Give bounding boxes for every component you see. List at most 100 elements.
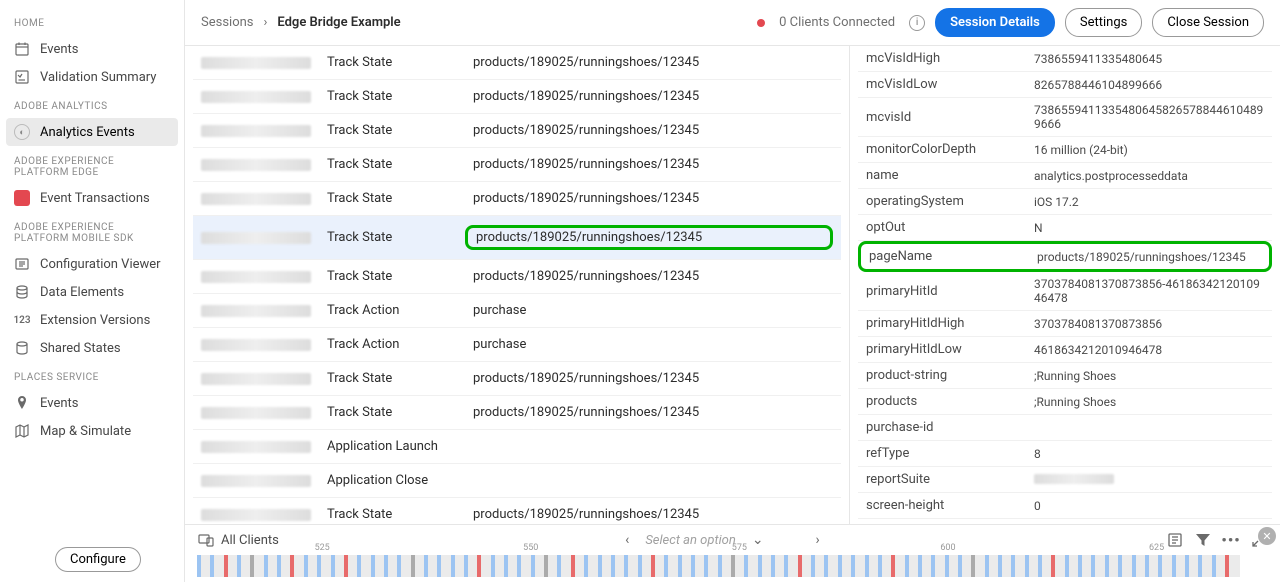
chevron-right-icon[interactable]: › (810, 532, 826, 548)
detail-row[interactable]: refType8 (858, 441, 1272, 467)
detail-row[interactable]: optOutN (858, 215, 1272, 241)
chevron-down-icon[interactable]: ⌄ (746, 532, 770, 548)
detail-row[interactable]: purchase-id (858, 415, 1272, 441)
settings-button[interactable]: Settings (1065, 8, 1142, 37)
detail-value: 8 (1034, 447, 1264, 461)
timeline-seg (237, 555, 241, 577)
timestamp-redacted (201, 271, 311, 283)
timestamp-redacted (201, 159, 311, 171)
event-row[interactable]: Track Stateproducts/189025/runningshoes/… (193, 80, 841, 114)
event-row[interactable]: Track Actionpurchase (193, 328, 841, 362)
detail-row[interactable]: primaryHitId3703784081370873856-46186342… (858, 272, 1272, 311)
timeline-seg (718, 555, 722, 577)
detail-value: N (1034, 221, 1264, 235)
timeline-seg (531, 555, 535, 577)
section-header-edge: ADOBE EXPERIENCE PLATFORM EDGE (6, 146, 178, 184)
detail-row[interactable]: products;Running Shoes (858, 389, 1272, 415)
event-page: products/189025/runningshoes/12345 (473, 55, 833, 70)
event-row[interactable]: Track Stateproducts/189025/runningshoes/… (193, 498, 841, 524)
event-page: products/189025/runningshoes/12345 (473, 123, 833, 138)
sidebar-item-places-events[interactable]: Events (6, 389, 178, 417)
select-option[interactable]: Select an option (645, 533, 736, 548)
event-row[interactable]: Track Stateproducts/189025/runningshoes/… (193, 182, 841, 216)
timeline-seg (931, 555, 935, 577)
event-row[interactable]: Track Actionpurchase (193, 294, 841, 328)
breadcrumb-parent[interactable]: Sessions (201, 15, 254, 30)
sidebar-item-ext-versions[interactable]: 123 Extension Versions (6, 306, 178, 334)
timeline-seg (1091, 555, 1095, 577)
session-details-button[interactable]: Session Details (935, 8, 1055, 37)
detail-row[interactable]: primaryHitIdLow4618634212010946478 (858, 337, 1272, 363)
filter-icon[interactable] (1194, 531, 1212, 549)
timeline-close-icon[interactable]: ✕ (1258, 527, 1276, 545)
timeline-seg (1185, 555, 1189, 577)
event-row[interactable]: Track Stateproducts/189025/runningshoes/… (193, 216, 841, 260)
detail-key: purchase-id (866, 420, 1026, 435)
more-icon[interactable]: ••• (1222, 531, 1240, 549)
detail-row[interactable]: mcvisId738655941133548064582657884461048… (858, 98, 1272, 137)
detail-key: products (866, 394, 1026, 409)
info-icon[interactable]: i (909, 15, 925, 31)
timestamp-redacted (201, 407, 311, 419)
sidebar-item-shared-states[interactable]: Shared States (6, 334, 178, 362)
sidebar-item-events[interactable]: Events (6, 35, 178, 63)
timeline-seg (865, 555, 869, 577)
detail-row[interactable]: operatingSystemiOS 17.2 (858, 189, 1272, 215)
event-row[interactable]: Track Stateproducts/189025/runningshoes/… (193, 114, 841, 148)
timeline-seg (1051, 555, 1055, 577)
config-icon (14, 256, 30, 272)
detail-value: 73865594113354806458265788446104899666 (1034, 103, 1264, 131)
all-clients-button[interactable]: All Clients (197, 531, 279, 549)
timeline-tick: 550 (523, 543, 538, 553)
timeline-seg (905, 555, 909, 577)
detail-panel[interactable]: mcVisIdHigh7386559411335480645mcVisIdLow… (850, 46, 1280, 524)
detail-row[interactable]: product-string;Running Shoes (858, 363, 1272, 389)
detail-key: primaryHitIdLow (866, 342, 1026, 357)
timeline-seg (317, 555, 321, 577)
event-type: Track Action (327, 337, 457, 352)
detail-row[interactable]: screen-height0 (858, 493, 1272, 519)
timeline-seg (598, 555, 602, 577)
sidebar-item-analytics-events[interactable]: ◐ Analytics Events (6, 118, 178, 146)
configure-button[interactable]: Configure (55, 547, 141, 572)
detail-row[interactable]: primaryHitIdHigh3703784081370873856 (858, 311, 1272, 337)
sidebar-item-data-elements[interactable]: Data Elements (6, 278, 178, 306)
timeline-seg (451, 555, 455, 577)
sidebar-item-validation-summary[interactable]: Validation Summary (6, 63, 178, 91)
event-trans-icon (14, 190, 30, 206)
event-list[interactable]: Track State products/189025/runningshoes/… (185, 46, 850, 524)
event-type: Track State (327, 371, 457, 386)
event-row[interactable]: Application Launch (193, 430, 841, 464)
sidebar-item-label: Events (40, 396, 78, 411)
breadcrumb-sep: › (264, 15, 268, 30)
detail-row[interactable]: nameanalytics.postprocesseddata (858, 163, 1272, 189)
detail-row[interactable]: pageNameproducts/189025/runningshoes/123… (858, 241, 1272, 272)
event-row[interactable]: Track Stateproducts/189025/runningshoes/… (193, 46, 841, 80)
event-type: Application Launch (327, 439, 457, 454)
event-page: products/189025/runningshoes/12345 (473, 371, 833, 386)
note-icon[interactable] (1166, 531, 1184, 549)
event-row[interactable]: Track Stateproducts/189025/runningshoes/… (193, 260, 841, 294)
detail-row[interactable]: monitorColorDepth16 million (24-bit) (858, 137, 1272, 163)
sidebar-item-config-viewer[interactable]: Configuration Viewer (6, 250, 178, 278)
event-row[interactable]: Track Stateproducts/189025/runningshoes/… (193, 148, 841, 182)
sidebar-item-event-transactions[interactable]: Event Transactions (6, 184, 178, 212)
timeline-seg (224, 555, 228, 577)
detail-key: primaryHitId (866, 284, 1026, 299)
sidebar-item-label: Configuration Viewer (40, 257, 161, 272)
timeline-seg (704, 555, 708, 577)
sidebar-item-map-simulate[interactable]: Map & Simulate (6, 417, 178, 445)
timeline-seg (210, 555, 214, 577)
pin-icon (14, 395, 30, 411)
close-session-button[interactable]: Close Session (1152, 8, 1264, 37)
detail-row[interactable]: mcVisIdHigh7386559411335480645 (858, 46, 1272, 72)
detail-row[interactable]: mcVisIdLow8265788446104899666 (858, 72, 1272, 98)
event-row[interactable]: Track State products/189025/runningshoes/… (193, 362, 841, 396)
detail-key: monitorColorDepth (866, 142, 1026, 157)
chevron-left-icon[interactable]: ‹ (619, 532, 635, 548)
event-row[interactable]: Application Close (193, 464, 841, 498)
event-row[interactable]: Track Stateproducts/189025/runningshoes/… (193, 396, 841, 430)
timeline[interactable]: 525550575600625 (197, 555, 1240, 577)
detail-row[interactable]: reportSuite (858, 467, 1272, 493)
event-type: Track State (327, 230, 457, 245)
